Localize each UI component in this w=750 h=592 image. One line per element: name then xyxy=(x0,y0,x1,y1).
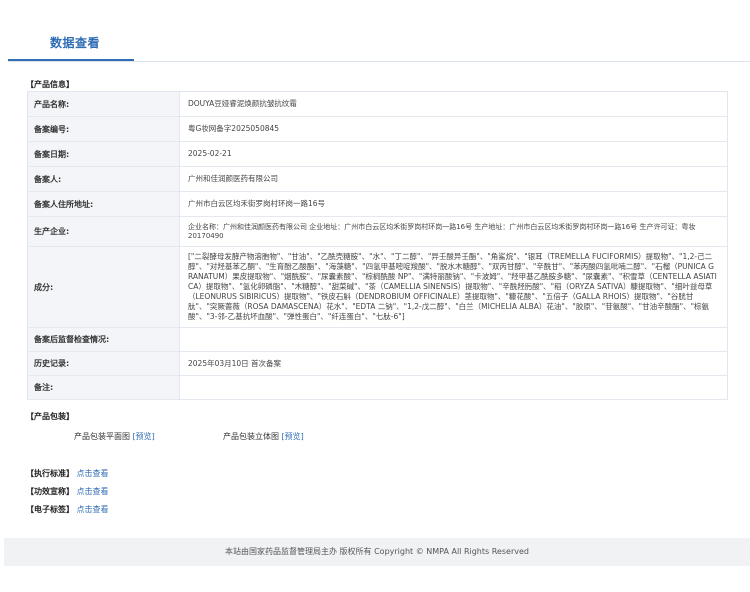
table-row: 历史记录: 2025年03月10日 首次备案 xyxy=(27,351,728,376)
registrant-value: 广州和佳润颜医药有限公司 xyxy=(179,166,728,192)
product-name-value: DOUYA豆娅睿泥焕颜抗皱抗纹霜 xyxy=(179,91,728,117)
record-number-value: 粤G妆网备字2025050845 xyxy=(179,116,728,142)
table-row: 生产企业: 企业名称：广州和佳润颜医药有限公司 企业地址：广州市白云区均禾街罗岗… xyxy=(27,216,728,247)
product-info-heading: 【产品信息】 xyxy=(26,80,74,89)
inspection-value xyxy=(179,327,728,352)
package-flat-view: 产品包装平面图 [预览] xyxy=(74,431,155,442)
row-label: 生产企业: xyxy=(27,216,180,247)
record-date-value: 2025-02-21 xyxy=(179,141,728,167)
registrant-address-value: 广州市白云区均禾街罗岗村环岗一路16号 xyxy=(179,191,728,217)
e-label-label: 【电子标签】 xyxy=(26,505,74,514)
footer: 本站由国家药品监督管理局主办 版权所有 Copyright © NMPA All… xyxy=(4,538,750,566)
tab-bar: 数据查看 xyxy=(8,26,750,62)
row-label: 备案日期: xyxy=(27,141,180,167)
history-value: 2025年03月10日 首次备案 xyxy=(179,351,728,376)
table-row: 备案人住所地址: 广州市白云区均禾街罗岗村环岗一路16号 xyxy=(27,191,728,217)
row-label: 备案后监督检查情况: xyxy=(27,327,180,352)
standard-view-link[interactable]: 点击查看 xyxy=(77,469,109,478)
package-flat-label: 产品包装平面图 xyxy=(74,432,130,441)
standard-row: 【执行标准】 点击查看 xyxy=(26,468,109,479)
table-row: 备案人: 广州和佳润颜医药有限公司 xyxy=(27,166,728,192)
footer-copyright: 本站由国家药品监督管理局主办 版权所有 Copyright © NMPA All… xyxy=(225,547,529,556)
row-label: 产品名称: xyxy=(27,91,180,117)
tab-active-underline xyxy=(8,59,134,61)
row-label: 历史记录: xyxy=(27,351,180,376)
row-label: 备注: xyxy=(27,375,180,400)
manufacturer-value: 企业名称：广州和佳润颜医药有限公司 企业地址：广州市白云区均禾街罗岗村环岗一路1… xyxy=(179,216,728,247)
table-row: 备案日期: 2025-02-21 xyxy=(27,141,728,167)
table-row: 备注: xyxy=(27,375,728,400)
efficacy-row: 【功效宣称】 点击查看 xyxy=(26,486,109,497)
package-flat-preview-link[interactable]: [预览] xyxy=(133,432,155,441)
tab-data-view[interactable]: 数据查看 xyxy=(50,34,100,51)
row-label: 备案人住所地址: xyxy=(27,191,180,217)
package-3d-view: 产品包装立体图 [预览] xyxy=(223,431,304,442)
product-info-table: 产品名称: DOUYA豆娅睿泥焕颜抗皱抗纹霜 备案编号: 粤G妆网备字20250… xyxy=(27,91,728,400)
e-label-view-link[interactable]: 点击查看 xyxy=(77,505,109,514)
row-label: 备案人: xyxy=(27,166,180,192)
efficacy-label: 【功效宣称】 xyxy=(26,487,74,496)
ingredients-value: ["二裂酵母发酵产物溶胞物"、"甘油"、"乙酰壳糖胺"、"水"、"丁二醇"、"异… xyxy=(179,246,728,328)
remarks-value xyxy=(179,375,728,400)
table-row: 产品名称: DOUYA豆娅睿泥焕颜抗皱抗纹霜 xyxy=(27,91,728,117)
e-label-row: 【电子标签】 点击查看 xyxy=(26,504,109,515)
standard-label: 【执行标准】 xyxy=(26,469,74,478)
table-row: 成分: ["二裂酵母发酵产物溶胞物"、"甘油"、"乙酰壳糖胺"、"水"、"丁二醇… xyxy=(27,246,728,328)
table-row: 备案后监督检查情况: xyxy=(27,327,728,352)
table-row: 备案编号: 粤G妆网备字2025050845 xyxy=(27,116,728,142)
efficacy-view-link[interactable]: 点击查看 xyxy=(77,487,109,496)
row-label: 成分: xyxy=(27,246,180,328)
package-3d-label: 产品包装立体图 xyxy=(223,432,279,441)
package-3d-preview-link[interactable]: [预览] xyxy=(282,432,304,441)
row-label: 备案编号: xyxy=(27,116,180,142)
packaging-heading: 【产品包装】 xyxy=(26,412,74,421)
